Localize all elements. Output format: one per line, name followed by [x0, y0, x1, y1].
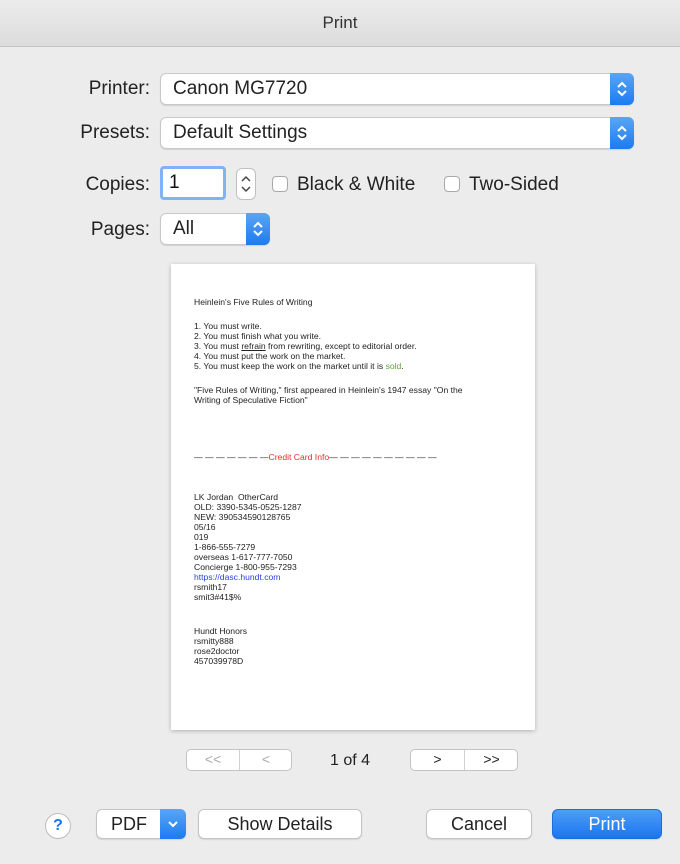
doc-quote-2: Writing of Speculative Fiction": [194, 395, 308, 405]
card-line-8: Concierge 1-800-955-7293: [194, 562, 297, 572]
two-sided-label: Two-Sided: [469, 174, 559, 195]
printer-select[interactable]: Canon MG7720: [160, 73, 634, 105]
doc-rule-2: 2. You must finish what you write.: [194, 331, 322, 341]
card-line-5: 019: [194, 532, 209, 542]
copies-input[interactable]: 1: [160, 166, 226, 200]
divider-label: Credit Card Info: [268, 452, 330, 462]
black-white-checkbox[interactable]: [272, 176, 288, 192]
help-button[interactable]: ?: [45, 813, 71, 839]
printer-value: Canon MG7720: [173, 78, 308, 99]
doc-link: https://dasc.hundt.com: [194, 572, 281, 582]
honors-line-3: rose2doctor: [194, 646, 240, 656]
cancel-button[interactable]: Cancel: [426, 809, 532, 839]
pages-label: Pages:: [90, 219, 150, 240]
divider-right: — — — — — — — — — —: [329, 452, 437, 462]
doc-title: Heinlein's Five Rules of Writing: [194, 297, 313, 307]
copies-stepper[interactable]: [236, 168, 256, 200]
card-line-7: overseas 1-617-777-7050: [194, 552, 293, 562]
page-forward-group: > >>: [410, 749, 518, 771]
page-back-group: << <: [186, 749, 292, 771]
doc-quote-1: "Five Rules of Writing," first appeared …: [194, 385, 463, 395]
print-preview-page: Heinlein's Five Rules of Writing 1. You …: [171, 264, 535, 730]
pdf-button[interactable]: PDF: [96, 809, 186, 839]
divider-left: — — — — — — —: [194, 452, 269, 462]
copies-label: Copies:: [85, 174, 150, 195]
card-line-2: OLD: 3390-5345-0525-1287: [194, 502, 302, 512]
stepper-arrows-icon: [241, 175, 251, 193]
doc-rule-5: 5. You must keep the work on the market …: [194, 361, 404, 371]
pages-value: All: [173, 218, 195, 239]
card-line-1: LK Jordan OtherCard: [194, 492, 279, 502]
card-line-6: 1-866-555-7279: [194, 542, 256, 552]
chevron-down-icon: [160, 809, 186, 839]
pdf-label: PDF: [111, 814, 147, 834]
page-indicator: 1 of 4: [330, 752, 371, 769]
doc-rule-4: 4. You must put the work on the market.: [194, 351, 346, 361]
doc-rule-3: 3. You must refrain from rewriting, exce…: [194, 341, 417, 351]
doc-rule-1: 1. You must write.: [194, 321, 262, 331]
card-line-3: NEW: 390534590128765: [194, 512, 291, 522]
card-line-4: 05/16: [194, 522, 216, 532]
print-button[interactable]: Print: [552, 809, 662, 839]
honors-line-1: Hundt Honors: [194, 626, 248, 636]
two-sided-checkbox[interactable]: [444, 176, 460, 192]
pages-select[interactable]: All: [160, 213, 270, 245]
last-page-button[interactable]: >>: [465, 750, 518, 770]
chevron-updown-icon: [610, 117, 634, 149]
prev-page-button[interactable]: <: [240, 750, 292, 770]
show-details-button[interactable]: Show Details: [198, 809, 362, 839]
black-white-label: Black & White: [297, 174, 416, 195]
chevron-updown-icon: [610, 73, 634, 105]
login-line-2: smit3#41$%: [194, 592, 242, 602]
first-page-button[interactable]: <<: [187, 750, 240, 770]
chevron-updown-icon: [246, 213, 270, 245]
honors-line-2: rsmitty888: [194, 636, 234, 646]
presets-select[interactable]: Default Settings: [160, 117, 634, 149]
presets-value: Default Settings: [173, 122, 308, 143]
next-page-button[interactable]: >: [411, 750, 465, 770]
presets-label: Presets:: [80, 122, 150, 143]
login-line-1: rsmith17: [194, 582, 227, 592]
doc-divider: — — — — — — —Credit Card Info— — — — — —…: [194, 452, 437, 462]
printer-label: Printer:: [88, 78, 150, 99]
honors-line-4: 457039978D: [194, 656, 244, 666]
window-title: Print: [0, 0, 680, 47]
